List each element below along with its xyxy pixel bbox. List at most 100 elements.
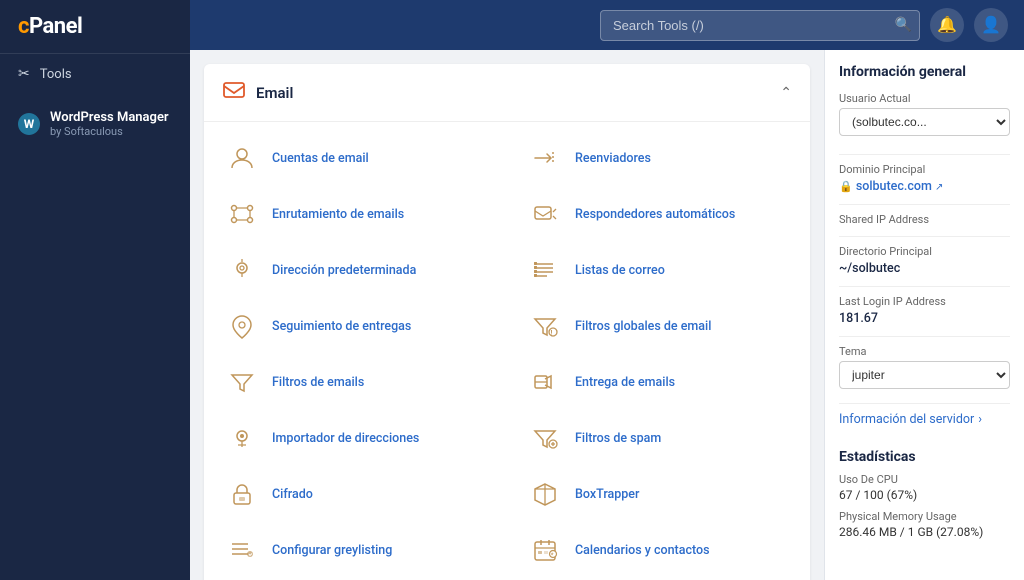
filtros-globales-label: Filtros globales de email	[575, 319, 711, 334]
shared-ip-label: Shared IP Address	[839, 213, 1010, 226]
memory-value: 286.46 MB / 1 GB (27.08%)	[839, 525, 1010, 539]
email-section-header-left: Email	[222, 78, 293, 107]
search-input[interactable]	[600, 10, 920, 41]
tool-calendarios[interactable]: * Calendarios y contactos	[507, 522, 810, 578]
dominio-principal-label: Dominio Principal	[839, 163, 1010, 176]
directorio-value: ~/solbutec	[839, 261, 1010, 276]
wordpress-icon: W	[18, 113, 40, 135]
server-info-link[interactable]: Información del servidor ›	[839, 403, 1010, 435]
reenviadores-icon	[527, 140, 563, 176]
listas-label: Listas de correo	[575, 263, 665, 278]
server-info-label: Información del servidor	[839, 412, 974, 427]
external-link-icon: ↗	[935, 182, 943, 193]
respondedores-label: Respondedores automáticos	[575, 207, 735, 222]
cpu-value: 67 / 100 (67%)	[839, 488, 1010, 502]
search-bar-container: 🔍	[600, 10, 920, 41]
svg-text:*: *	[551, 552, 554, 559]
tool-direccion[interactable]: Dirección predeterminada	[204, 242, 507, 298]
divider-4	[839, 286, 1010, 287]
enrutamiento-label: Enrutamiento de emails	[272, 207, 404, 222]
wordpress-manager-label: WordPress Manager	[50, 110, 169, 125]
filtros-emails-icon	[224, 364, 260, 400]
stats-title: Estadísticas	[839, 449, 1010, 465]
dominio-principal-value: 🔒 solbutec.com ↗	[839, 179, 1010, 194]
tool-boxtrapper[interactable]: BoxTrapper	[507, 466, 810, 522]
entrega-label: Entrega de emails	[575, 375, 675, 390]
calendarios-icon: *	[527, 532, 563, 568]
info-general-title: Información general	[839, 64, 1010, 80]
greylisting-icon	[224, 532, 260, 568]
seguimiento-icon	[224, 308, 260, 344]
cifrado-icon	[224, 476, 260, 512]
sidebar-item-wordpress[interactable]: W WordPress Manager by Softaculous	[0, 98, 190, 150]
boxtrapper-icon	[527, 476, 563, 512]
greylisting-label: Configurar greylisting	[272, 543, 392, 558]
usuario-actual-label: Usuario Actual	[839, 92, 1010, 105]
sidebar-tools-label: Tools	[40, 67, 72, 82]
usuario-actual-select[interactable]: (solbutec.co...	[839, 108, 1010, 136]
tool-enrutamiento[interactable]: Enrutamiento de emails	[204, 186, 507, 242]
search-icon: 🔍	[895, 17, 912, 33]
tool-entrega[interactable]: Entrega de emails	[507, 354, 810, 410]
email-section-title: Email	[256, 84, 293, 102]
filtros-emails-label: Filtros de emails	[272, 375, 364, 390]
chevron-right-icon: ›	[978, 412, 982, 427]
divider-1	[839, 154, 1010, 155]
email-tools-grid: Cuentas de email Reenviadores	[204, 122, 810, 580]
importador-icon	[224, 420, 260, 456]
tool-reenviadores[interactable]: Reenviadores	[507, 130, 810, 186]
entrega-icon	[527, 364, 563, 400]
cpu-label: Uso De CPU	[839, 473, 1010, 486]
tool-cifrado[interactable]: Cifrado	[204, 466, 507, 522]
tool-importador[interactable]: Importador de direcciones	[204, 410, 507, 466]
cuentas-email-icon	[224, 140, 260, 176]
email-section: Email ⌃ Cuentas de email	[204, 64, 810, 580]
tool-filtros-emails[interactable]: Filtros de emails	[204, 354, 507, 410]
email-section-icon	[222, 78, 246, 107]
sidebar-logo: cPanel	[0, 0, 190, 54]
enrutamiento-icon	[224, 196, 260, 232]
tool-cuentas-email[interactable]: Cuentas de email	[204, 130, 507, 186]
sidebar: cPanel ✂ Tools W WordPress Manager by So…	[0, 0, 190, 580]
boxtrapper-label: BoxTrapper	[575, 487, 639, 502]
filtros-globales-icon: !	[527, 308, 563, 344]
center-panel: Email ⌃ Cuentas de email	[190, 50, 824, 580]
email-section-header[interactable]: Email ⌃	[204, 64, 810, 122]
cifrado-label: Cifrado	[272, 487, 313, 502]
calendarios-label: Calendarios y contactos	[575, 543, 710, 558]
filtros-spam-label: Filtros de spam	[575, 431, 661, 446]
email-section-chevron: ⌃	[780, 85, 792, 101]
sidebar-wp-text: WordPress Manager by Softaculous	[50, 110, 169, 138]
dominio-link[interactable]: solbutec.com	[856, 179, 932, 194]
tool-listas[interactable]: Listas de correo	[507, 242, 810, 298]
importador-label: Importador de direcciones	[272, 431, 419, 446]
tool-respondedores[interactable]: Respondedores automáticos	[507, 186, 810, 242]
direccion-label: Dirección predeterminada	[272, 263, 416, 278]
last-login-value: 181.67	[839, 311, 1010, 326]
divider-5	[839, 336, 1010, 337]
user-menu-button[interactable]: 👤	[974, 8, 1008, 42]
tema-select[interactable]: jupiter	[839, 361, 1010, 389]
softaculous-label: by Softaculous	[50, 125, 169, 138]
listas-icon	[527, 252, 563, 288]
tool-seguimiento[interactable]: Seguimiento de entregas	[204, 298, 507, 354]
direccion-icon	[224, 252, 260, 288]
notifications-button[interactable]: 🔔	[930, 8, 964, 42]
divider-3	[839, 236, 1010, 237]
tool-greylisting[interactable]: Configurar greylisting	[204, 522, 507, 578]
content-area: Email ⌃ Cuentas de email	[190, 50, 1024, 580]
seguimiento-label: Seguimiento de entregas	[272, 319, 411, 334]
respondedores-icon	[527, 196, 563, 232]
right-panel: Información general Usuario Actual (solb…	[824, 50, 1024, 580]
tema-label: Tema	[839, 345, 1010, 358]
tool-filtros-globales[interactable]: ! Filtros globales de email	[507, 298, 810, 354]
tool-filtros-spam[interactable]: Filtros de spam	[507, 410, 810, 466]
sidebar-item-tools[interactable]: ✂ Tools	[0, 54, 190, 94]
reenviadores-label: Reenviadores	[575, 151, 651, 166]
lock-icon: 🔒	[839, 180, 853, 193]
divider-2	[839, 204, 1010, 205]
main-area: 🔍 🔔 👤 Email	[190, 0, 1024, 580]
tools-icon: ✂	[18, 66, 30, 82]
cpanel-logo-text: cPanel	[18, 14, 82, 39]
cuentas-email-label: Cuentas de email	[272, 151, 369, 166]
